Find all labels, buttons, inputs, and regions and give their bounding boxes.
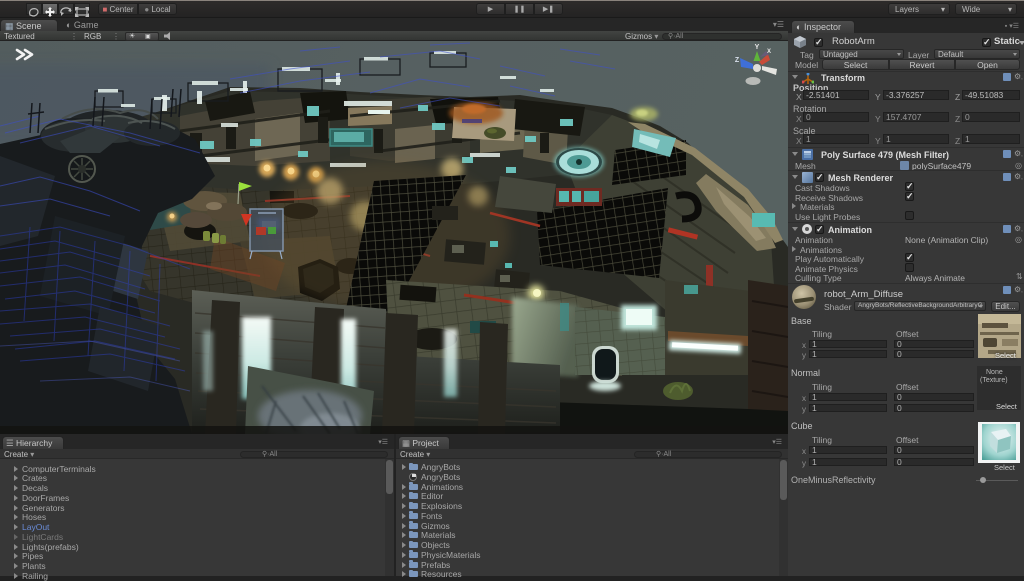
svg-text:Y: Y: [755, 44, 760, 51]
svg-text:Z: Z: [735, 57, 740, 64]
svg-text:X: X: [767, 49, 771, 55]
